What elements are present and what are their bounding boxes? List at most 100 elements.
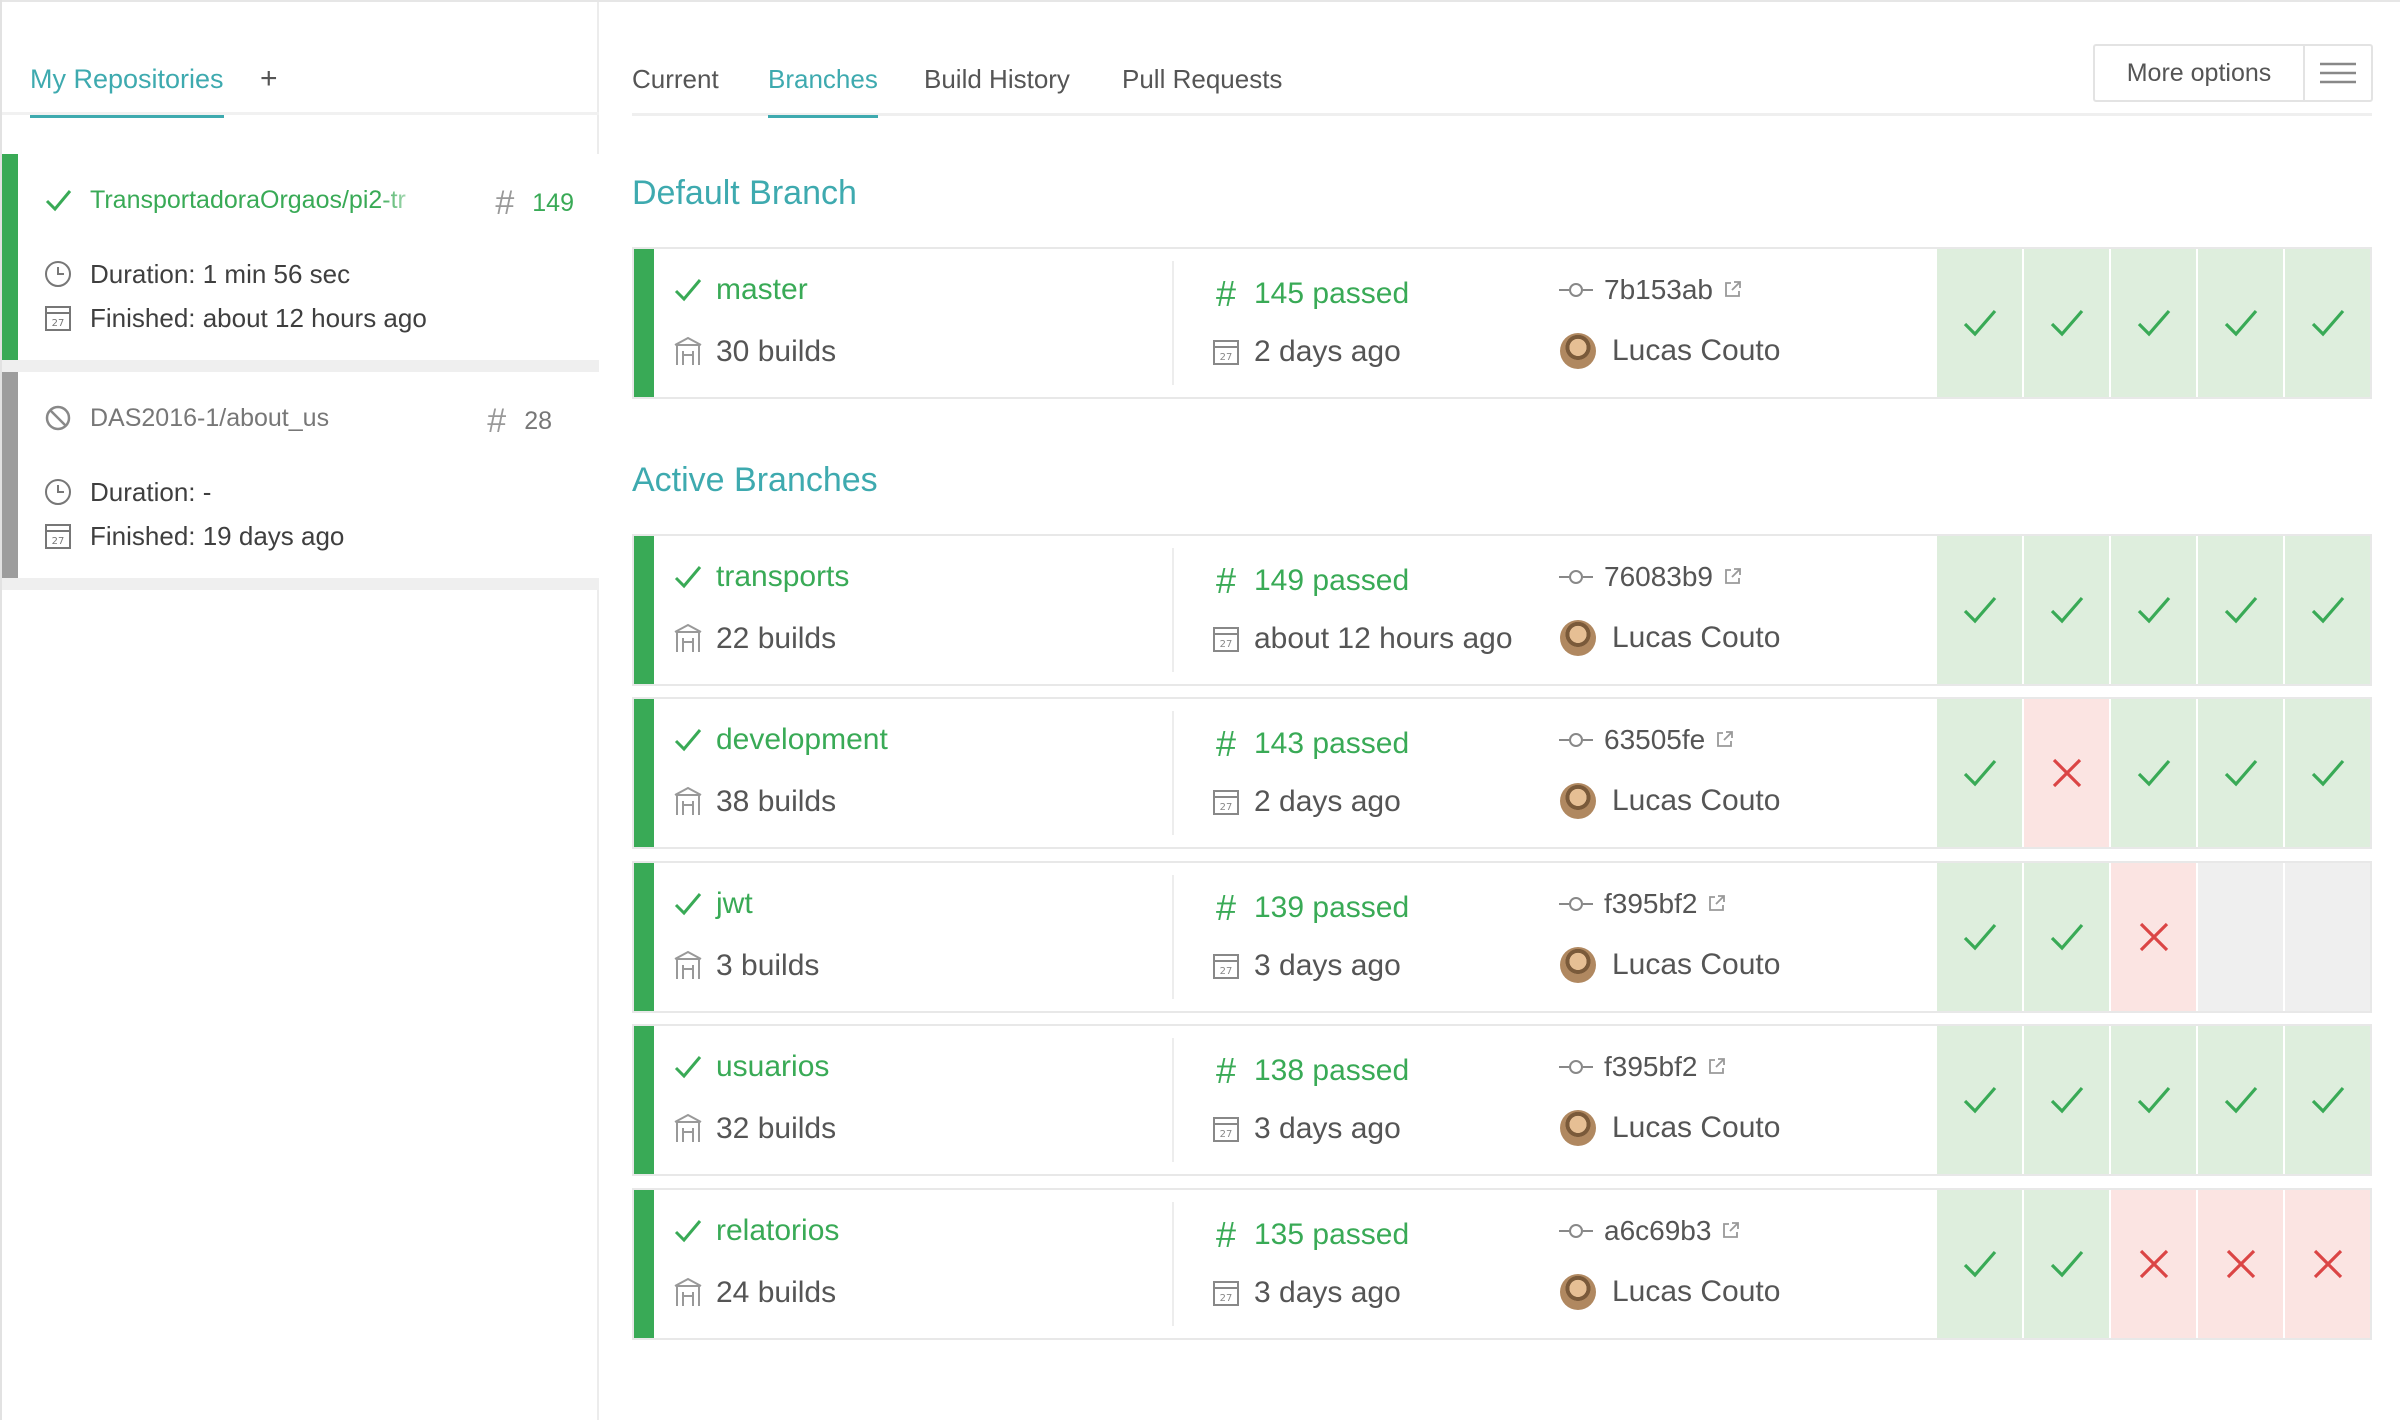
external-link-icon[interactable] (1707, 1050, 1727, 1084)
tab-current[interactable]: Current (632, 64, 719, 115)
build-history-tile-passed[interactable] (1935, 699, 2022, 847)
build-history-tile-passed[interactable] (2283, 699, 2370, 847)
build-history-tile-passed[interactable] (1935, 536, 2022, 684)
svg-text:27: 27 (52, 318, 65, 329)
check-icon (2311, 596, 2344, 624)
build-history-tile-passed[interactable] (1935, 1026, 2022, 1174)
branch-row[interactable]: usuarios 32 builds # 138 passed 27 3 day… (632, 1024, 2372, 1176)
check-icon (2050, 923, 2083, 951)
branch-row[interactable]: development 38 builds # 143 passed 27 2 … (632, 697, 2372, 849)
build-history-tile-passed[interactable] (2196, 699, 2283, 847)
build-history-tile-passed[interactable] (2109, 249, 2196, 397)
branch-row[interactable]: master 30 builds # 145 passed 27 2 days … (632, 247, 2372, 399)
commit-icon (1558, 567, 1594, 587)
check-icon (670, 562, 706, 592)
sidebar-tabs: My Repositories + (2, 2, 599, 118)
build-history-tile-failed[interactable] (2109, 1190, 2196, 1338)
build-history-tile-failed[interactable] (2283, 1190, 2370, 1338)
build-history-tile-passed[interactable] (2196, 249, 2283, 397)
branch-row[interactable]: transports 22 builds # 149 passed 27 abo… (632, 534, 2372, 686)
build-history-tile-passed[interactable] (2022, 249, 2109, 397)
build-history-tile-passed[interactable] (2022, 1026, 2109, 1174)
tab-branches[interactable]: Branches (768, 64, 878, 118)
build-history-tile-passed[interactable] (2283, 1026, 2370, 1174)
branch-name-link[interactable]: jwt (716, 887, 753, 921)
tab-my-repositories[interactable]: My Repositories (30, 64, 224, 118)
build-history-tile-passed[interactable] (2283, 249, 2370, 397)
repo-status-bar (2, 154, 18, 360)
last-build-link[interactable]: 143 passed (1254, 727, 1409, 761)
build-history-tile-passed[interactable] (2022, 536, 2109, 684)
check-icon (670, 1052, 706, 1082)
tab-build-history[interactable]: Build History (924, 64, 1070, 115)
branch-name-link[interactable]: development (716, 723, 888, 757)
check-icon (1963, 923, 1996, 951)
check-icon (2224, 759, 2257, 787)
check-icon (2137, 309, 2170, 337)
build-history-tile-passed[interactable] (1935, 863, 2022, 1011)
branch-name-link[interactable]: usuarios (716, 1050, 829, 1084)
last-build-link[interactable]: 149 passed (1254, 564, 1409, 598)
last-build-time: 2 days ago (1254, 785, 1401, 818)
svg-text:27: 27 (1220, 1129, 1233, 1140)
build-history-tile-passed[interactable] (2109, 536, 2196, 684)
main-content: Current Branches Build History Pull Requ… (632, 2, 2373, 1420)
more-options-button[interactable]: More options (2093, 44, 2373, 102)
hash-icon: # (1215, 1214, 1237, 1255)
branch-name-link[interactable]: transports (716, 560, 849, 594)
build-history-tile-passed[interactable] (2109, 699, 2196, 847)
add-repository-button[interactable]: + (260, 62, 278, 96)
x-icon (2313, 1249, 2342, 1279)
commit-sha-link[interactable]: a6c69b3 (1604, 1215, 1711, 1247)
external-link-icon[interactable] (1723, 273, 1743, 307)
commit-sha-link[interactable]: f395bf2 (1604, 1051, 1697, 1083)
last-build-link[interactable]: 145 passed (1254, 277, 1409, 311)
build-history-tile-passed[interactable] (2109, 1026, 2196, 1174)
external-link-icon[interactable] (1707, 887, 1727, 921)
repo-item[interactable]: TransportadoraOrgaos/pi2-tr # 149 Durati… (2, 154, 599, 372)
commit-sha-link[interactable]: 76083b9 (1604, 561, 1713, 593)
build-history-tile-passed[interactable] (1935, 249, 2022, 397)
builds-icon (670, 622, 706, 656)
commit-icon (1558, 280, 1594, 300)
more-options-label[interactable]: More options (2095, 46, 2305, 100)
builds-icon (670, 335, 706, 369)
branch-name-link[interactable]: relatorios (716, 1214, 839, 1248)
build-number[interactable]: 149 (532, 189, 574, 218)
build-history-tile-passed[interactable] (2022, 1190, 2109, 1338)
hash-icon: # (1215, 1050, 1237, 1091)
commit-sha-link[interactable]: f395bf2 (1604, 888, 1697, 920)
external-link-icon[interactable] (1715, 723, 1735, 757)
tab-pull-requests[interactable]: Pull Requests (1122, 64, 1282, 115)
branch-name-link[interactable]: master (716, 273, 808, 307)
build-number[interactable]: 28 (524, 407, 552, 436)
check-icon (2137, 759, 2170, 787)
build-history-tile-failed[interactable] (2196, 1190, 2283, 1338)
build-history-tile-passed[interactable] (2283, 536, 2370, 684)
active-branches-heading: Active Branches (632, 461, 878, 499)
last-build-link[interactable]: 139 passed (1254, 891, 1409, 925)
commit-sha-link[interactable]: 63505fe (1604, 724, 1705, 756)
branch-row[interactable]: jwt 3 builds # 139 passed 27 3 days ago … (632, 861, 2372, 1013)
build-history-tile-passed[interactable] (2196, 1026, 2283, 1174)
build-history-tile-failed[interactable] (2109, 863, 2196, 1011)
repo-name-link[interactable]: TransportadoraOrgaos/pi2-tr (90, 186, 430, 215)
external-link-icon[interactable] (1721, 1214, 1741, 1248)
last-build-link[interactable]: 138 passed (1254, 1054, 1409, 1088)
build-history-tile-passed[interactable] (2196, 536, 2283, 684)
external-link-icon[interactable] (1723, 560, 1743, 594)
last-build-time: 3 days ago (1254, 1112, 1401, 1145)
build-history-tile-passed[interactable] (2022, 863, 2109, 1011)
calendar-icon: 27 (1208, 624, 1244, 654)
branch-row[interactable]: relatorios 24 builds # 135 passed 27 3 d… (632, 1188, 2372, 1340)
build-history-tiles (1935, 1190, 2370, 1338)
build-history-tile-failed[interactable] (2022, 699, 2109, 847)
check-icon (2311, 1086, 2344, 1114)
commit-author: Lucas Couto (1612, 1275, 1781, 1308)
repo-name-link[interactable]: DAS2016-1/about_us (90, 404, 430, 433)
build-history-tile-passed[interactable] (1935, 1190, 2022, 1338)
hamburger-icon[interactable] (2305, 46, 2371, 100)
repo-item[interactable]: DAS2016-1/about_us # 28 Duration: - 27 F… (2, 372, 599, 590)
last-build-link[interactable]: 135 passed (1254, 1218, 1409, 1252)
commit-sha-link[interactable]: 7b153ab (1604, 274, 1713, 306)
